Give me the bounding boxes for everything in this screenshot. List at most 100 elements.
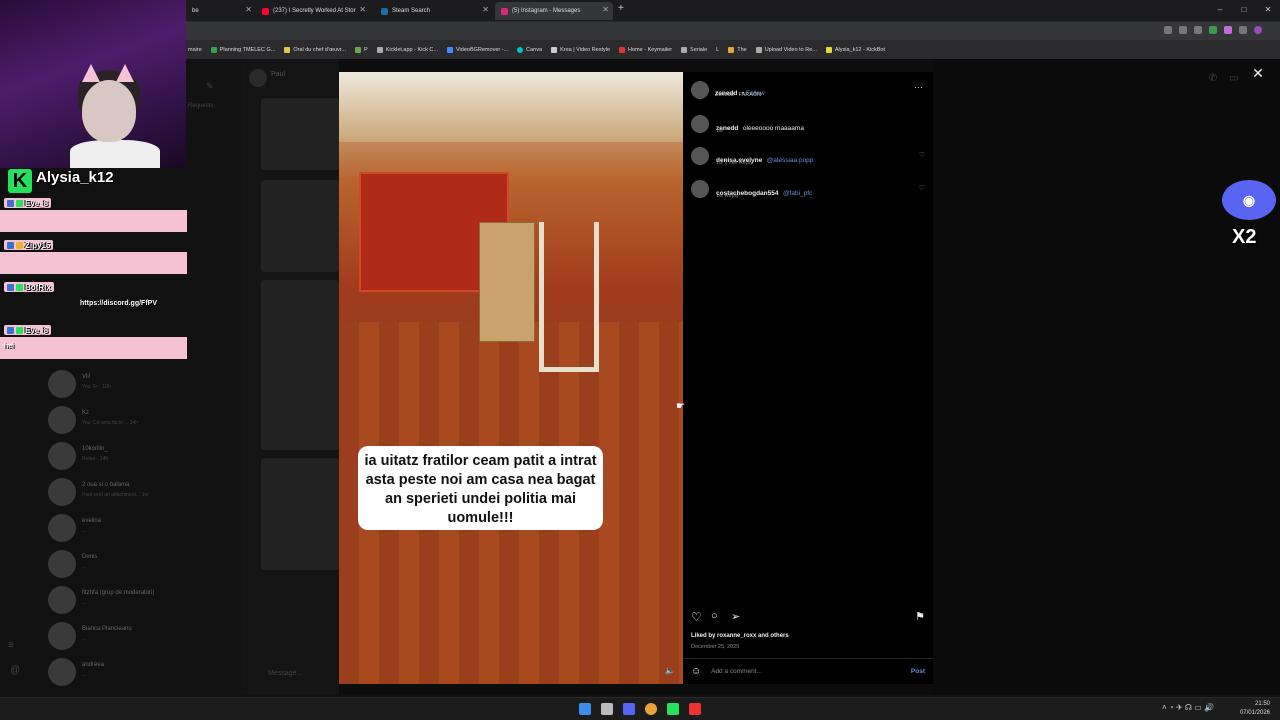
- tab-1[interactable]: be ✕: [186, 2, 256, 20]
- heart-icon[interactable]: ♡: [919, 184, 925, 192]
- bookmark[interactable]: L: [716, 47, 719, 53]
- comment-icon[interactable]: ○: [711, 610, 718, 622]
- cat-ear: [82, 64, 100, 82]
- bookmark[interactable]: Oral du chef d'œuvr...: [284, 46, 346, 53]
- windows-start-icon[interactable]: [579, 703, 591, 715]
- close-window-icon[interactable]: ✕: [1256, 0, 1280, 20]
- kick-taskbar-icon[interactable]: [667, 703, 679, 715]
- add-comment-input[interactable]: Add a comment...: [711, 668, 762, 675]
- bookmark[interactable]: VideoBGRemover -...: [446, 46, 508, 53]
- tab-4[interactable]: (5) Instagram - Messages ✕: [495, 2, 613, 20]
- badge-icon: [16, 241, 23, 249]
- bookmark-icon[interactable]: ⚑: [915, 610, 925, 623]
- video-scene: [539, 222, 599, 372]
- liked-by[interactable]: Liked by roxanne_roxx and others: [691, 633, 789, 639]
- video-caption: ia uitatz fratilor ceam patit a intrat a…: [358, 446, 603, 530]
- bookmarks-bar: maire Planning TMELEC G... Oral du chef …: [0, 40, 1280, 59]
- more-options-icon[interactable]: ···: [914, 82, 923, 92]
- kick-logo-icon: K: [8, 169, 32, 193]
- star-icon[interactable]: [1194, 26, 1202, 34]
- badge-icon: [16, 199, 23, 207]
- bookmark[interactable]: Kicklet.app - Kick C...: [376, 46, 438, 53]
- bookmark[interactable]: maire: [188, 47, 202, 53]
- discord-icon: ◉: [1222, 180, 1276, 220]
- list-item[interactable]: 10korilin_ Rotea · 14h: [48, 440, 238, 474]
- bookmark[interactable]: Krea | Video Restyle: [551, 46, 610, 53]
- extension-icon[interactable]: [1224, 26, 1232, 34]
- shared-post-thumbnail[interactable]: [261, 458, 339, 570]
- shared-post-thumbnail[interactable]: [261, 280, 339, 450]
- avatar: [249, 69, 267, 87]
- requests-link[interactable]: Requests: [188, 103, 213, 109]
- comment-meta: 1w Reply: [716, 193, 739, 199]
- system-clock[interactable]: 21:50 07/01/2026: [1240, 700, 1270, 718]
- bookmark[interactable]: Home - Keymailer: [619, 46, 672, 53]
- page-right-area: ✆ ▭: [933, 59, 1280, 695]
- tab-2[interactable]: (237) I Secretly Worked At Stor ✕: [256, 2, 370, 20]
- conversation-list: Vlil You: Fr · 10h Kz You: Ce ama facio ..…: [0, 360, 241, 695]
- bookmark[interactable]: Planning TMELEC G...: [210, 46, 275, 53]
- bookmark[interactable]: Alysia_k12 - KickBot: [825, 46, 885, 53]
- webcam-person: [70, 140, 160, 168]
- avatar[interactable]: [1254, 26, 1262, 34]
- phone-icon[interactable]: ✆: [1209, 73, 1217, 84]
- divider: [683, 658, 933, 659]
- tab-3[interactable]: Steam Search ✕: [375, 2, 493, 20]
- bookmark[interactable]: Seriale: [681, 46, 707, 53]
- avatar[interactable]: [691, 180, 709, 198]
- comment: zenedd oleeeoooo maaaama: [716, 125, 804, 132]
- bookmark[interactable]: P: [355, 46, 368, 53]
- message-input[interactable]: Message...: [268, 670, 302, 677]
- avatar[interactable]: [691, 115, 709, 133]
- post-button[interactable]: Post: [911, 668, 925, 675]
- post-video[interactable]: 🔈: [339, 72, 683, 684]
- avatar[interactable]: [691, 81, 709, 99]
- mute-icon[interactable]: 🔈: [665, 666, 675, 675]
- like-icon[interactable]: ♡: [691, 610, 702, 624]
- list-item[interactable]: evelina...: [48, 512, 238, 546]
- avatar: [48, 586, 76, 614]
- shared-post-thumbnail[interactable]: [261, 98, 339, 170]
- list-item[interactable]: Bianca Plancieanu...: [48, 620, 238, 654]
- chrome-icon[interactable]: [645, 703, 657, 715]
- list-item[interactable]: fitzhfa (grup de moderatori)...: [48, 584, 238, 618]
- maximize-icon[interactable]: □: [1232, 0, 1256, 20]
- address-bar[interactable]: [0, 22, 1280, 40]
- list-item[interactable]: Kz You: Ce ama facio ... 14h: [48, 404, 238, 438]
- close-icon[interactable]: ✕: [602, 5, 609, 14]
- avatar: [48, 514, 76, 542]
- shield-icon[interactable]: [1209, 26, 1217, 34]
- translate-icon[interactable]: [1179, 26, 1187, 34]
- close-icon[interactable]: ✕: [245, 5, 252, 14]
- avatar: [48, 622, 76, 650]
- obs-icon[interactable]: [689, 703, 701, 715]
- new-tab-icon[interactable]: +: [618, 3, 624, 14]
- shared-post-thumbnail[interactable]: [261, 180, 339, 272]
- close-icon[interactable]: ✕: [1251, 66, 1265, 80]
- extension-icon[interactable]: [1164, 26, 1172, 34]
- close-icon[interactable]: ✕: [482, 5, 489, 14]
- heart-icon[interactable]: ♡: [919, 151, 925, 159]
- discord-multiplier: X2: [1232, 226, 1257, 248]
- list-item[interactable]: andreea...: [48, 656, 238, 690]
- bookmark[interactable]: The: [728, 46, 747, 53]
- minimize-icon[interactable]: –: [1208, 0, 1232, 20]
- list-item[interactable]: Denis...: [48, 548, 238, 582]
- download-icon[interactable]: [1239, 26, 1247, 34]
- badge-icon: [16, 326, 23, 334]
- compose-icon[interactable]: ✎: [206, 81, 214, 92]
- bookmark[interactable]: Upload Video to Re...: [755, 46, 817, 53]
- tray-icons[interactable]: ˄ ◔ ✈ ☊ ▭ 🔊: [1162, 703, 1214, 712]
- list-item[interactable]: 2 oua si o balama Paul sent an attachment…: [48, 476, 238, 510]
- list-item[interactable]: Vlil You: Fr · 10h: [48, 368, 238, 402]
- emoji-icon[interactable]: ☺: [691, 666, 701, 677]
- bookmark[interactable]: Canva: [517, 46, 542, 53]
- avatar[interactable]: [691, 147, 709, 165]
- video-scene: [339, 72, 683, 142]
- video-call-icon[interactable]: ▭: [1229, 73, 1238, 84]
- chat-header-name: Paul: [271, 71, 286, 78]
- discord-taskbar-icon[interactable]: [623, 703, 635, 715]
- file-explorer-icon[interactable]: [601, 703, 613, 715]
- share-icon[interactable]: ➢: [731, 610, 740, 623]
- close-icon[interactable]: ✕: [359, 5, 366, 14]
